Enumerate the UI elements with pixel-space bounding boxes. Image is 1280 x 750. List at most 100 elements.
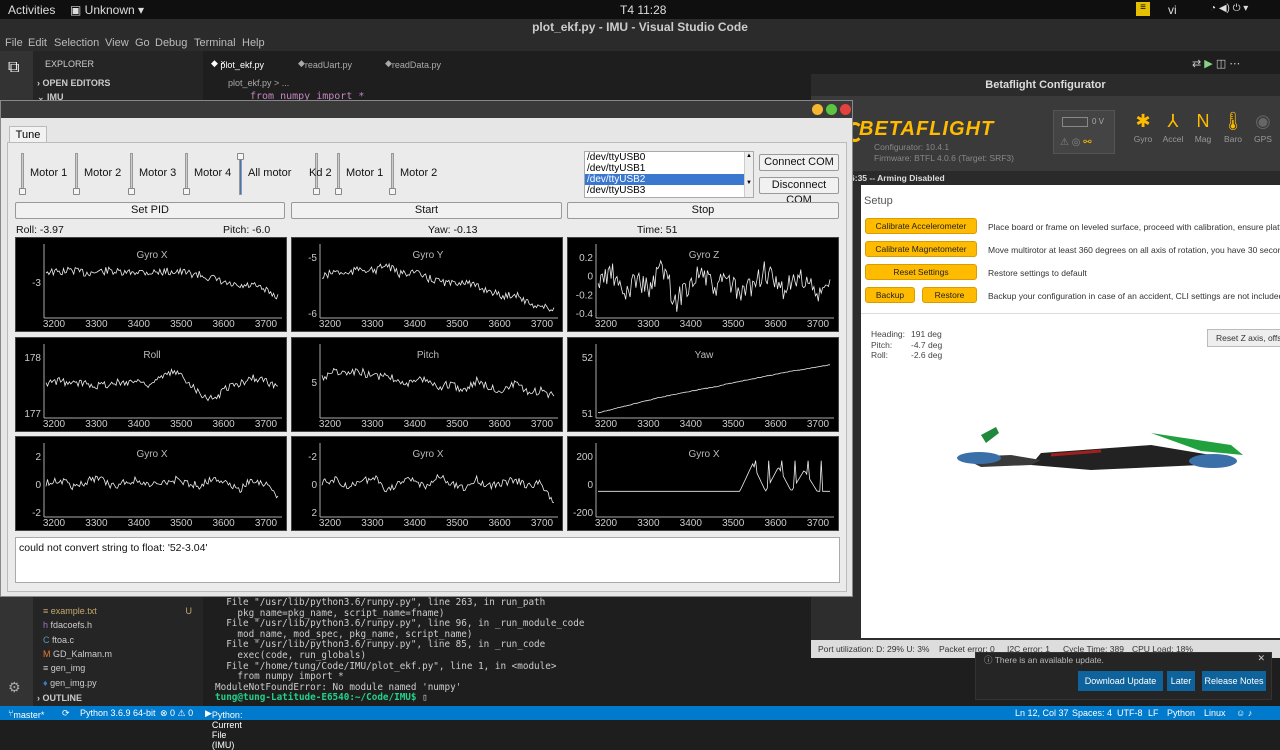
x-tick-label: 3600 bbox=[488, 518, 511, 529]
eol[interactable]: LF bbox=[1148, 708, 1159, 718]
plot-6[interactable]: Yaw 3200 3300 3400 3500 3600 3700 52 51 bbox=[567, 337, 839, 432]
editor-actions[interactable]: ⇄ ▶ ◫ ⋯ bbox=[1192, 57, 1240, 70]
later-button[interactable]: Later bbox=[1167, 671, 1195, 691]
sync-icon[interactable]: ⟳ bbox=[62, 708, 70, 719]
tab-plot-ekf[interactable]: ◆ plot_ekf.py × bbox=[211, 58, 291, 70]
slider-4[interactable] bbox=[183, 153, 190, 195]
error-log[interactable]: could not convert string to float: '52-3… bbox=[15, 537, 840, 583]
input-language[interactable]: vi bbox=[1168, 3, 1177, 17]
menu-selection[interactable]: Selection bbox=[54, 37, 99, 49]
plot-5[interactable]: Pitch 3200 3300 3400 3500 3600 3700 5 bbox=[291, 337, 563, 432]
breadcrumb[interactable]: plot_ekf.py > ... bbox=[228, 78, 289, 88]
slider-handle[interactable] bbox=[313, 188, 320, 195]
port-option-selected[interactable]: /dev/ttyUSB2 bbox=[585, 174, 753, 185]
port-option[interactable]: /dev/ttyUSB3 bbox=[585, 185, 753, 196]
clock[interactable]: T4 11:28 bbox=[620, 3, 666, 17]
close-icon[interactable]: ✕ bbox=[1257, 653, 1265, 664]
menu-terminal[interactable]: Terminal bbox=[194, 37, 236, 49]
encoding[interactable]: UTF-8 bbox=[1117, 708, 1143, 718]
git-branch[interactable]: ⑂ master* bbox=[8, 708, 44, 720]
menu-debug[interactable]: Debug bbox=[155, 37, 187, 49]
reset-settings-button[interactable]: Reset Settings bbox=[865, 264, 977, 280]
slider-5[interactable] bbox=[237, 153, 244, 195]
connect-com-button[interactable]: Connect COM bbox=[759, 154, 839, 171]
disconnect-com-button[interactable]: Disconnect COM bbox=[759, 177, 839, 206]
plot-9[interactable]: Gyro X 3200 3300 3400 3500 3600 3700 200 0 -200 bbox=[567, 436, 839, 531]
minimize-icon[interactable] bbox=[812, 104, 823, 115]
plot-3[interactable]: Gyro Z 3200 3300 3400 3500 3600 3700 0.2 0 -0.2 -0… bbox=[567, 237, 839, 332]
more-icon[interactable]: ⋯ bbox=[1229, 58, 1240, 70]
list-scrollbar[interactable]: ▲ ▼ bbox=[744, 152, 753, 197]
run-icon[interactable]: ▶ bbox=[1204, 58, 1212, 70]
language-mode[interactable]: Python bbox=[1167, 708, 1195, 718]
problems-count[interactable]: ⊗ 0 ⚠ 0 bbox=[160, 708, 193, 719]
menu-view[interactable]: View bbox=[105, 37, 129, 49]
python-interpreter[interactable]: Python 3.6.9 64-bit bbox=[80, 708, 156, 718]
outline-section[interactable]: › OUTLINE bbox=[37, 693, 82, 703]
terminal-output[interactable]: File "/usr/lib/python3.6/runpy.py", line… bbox=[215, 597, 584, 704]
slider-handle[interactable] bbox=[183, 188, 190, 195]
port-option[interactable]: /dev/ttyUSB1 bbox=[585, 163, 753, 174]
download-update-button[interactable]: Download Update bbox=[1078, 671, 1163, 691]
slider-handle[interactable] bbox=[19, 188, 26, 195]
settings-gear-icon[interactable]: ⚙ bbox=[8, 679, 21, 696]
run-config[interactable]: ▶ Python: Current File (IMU) bbox=[205, 708, 242, 750]
file-item[interactable]: ≡ gen_img bbox=[43, 663, 85, 673]
slider-handle[interactable] bbox=[237, 153, 244, 160]
cursor-position[interactable]: Ln 12, Col 37 bbox=[1015, 708, 1069, 718]
file-item[interactable]: M GD_Kalman.m bbox=[43, 649, 112, 659]
slider-handle[interactable] bbox=[73, 188, 80, 195]
plot-4[interactable]: Roll 3200 3300 3400 3500 3600 3700 178 177 bbox=[15, 337, 287, 432]
file-item[interactable]: ♦ gen_img.py bbox=[43, 678, 97, 688]
plot-1[interactable]: Gyro X 3200 3300 3400 3500 3600 3700 -3 bbox=[15, 237, 287, 332]
maximize-icon[interactable] bbox=[826, 104, 837, 115]
slider-7[interactable] bbox=[335, 153, 342, 195]
reset-z-axis-button[interactable]: Reset Z axis, offs bbox=[1207, 329, 1280, 347]
close-icon[interactable] bbox=[840, 104, 851, 115]
slider-2[interactable] bbox=[73, 153, 80, 195]
slider-handle[interactable] bbox=[389, 188, 396, 195]
slider-8[interactable] bbox=[389, 153, 396, 195]
release-notes-button[interactable]: Release Notes bbox=[1202, 671, 1266, 691]
slider-handle[interactable] bbox=[128, 188, 135, 195]
system-tray-icon[interactable]: ◔ ◀) ⏻ ▾ bbox=[1210, 3, 1248, 14]
tab-read-data[interactable]: ◆ readData.py bbox=[385, 58, 441, 70]
indentation[interactable]: Spaces: 4 bbox=[1072, 708, 1112, 718]
feedback-icon[interactable]: ☺ ♪ bbox=[1236, 708, 1252, 718]
serial-port-list[interactable]: /dev/ttyUSB0 /dev/ttyUSB1 /dev/ttyUSB2 /… bbox=[584, 151, 754, 198]
start-button[interactable]: Start bbox=[291, 202, 562, 219]
plot-2[interactable]: Gyro Y 3200 3300 3400 3500 3600 3700 -5 -6 bbox=[291, 237, 563, 332]
menu-go[interactable]: Go bbox=[135, 37, 150, 49]
restore-button[interactable]: Restore bbox=[922, 287, 977, 303]
calibrate-accelerometer-button[interactable]: Calibrate Accelerometer bbox=[865, 218, 977, 234]
stop-button[interactable]: Stop bbox=[567, 202, 839, 219]
menu-edit[interactable]: Edit bbox=[28, 37, 47, 49]
app-menu[interactable]: ▣ Unknown ▾ bbox=[70, 3, 144, 17]
accel-icon: ⅄ Accel bbox=[1159, 111, 1187, 144]
file-item[interactable]: ≡ example.txt U bbox=[43, 606, 198, 616]
os-label[interactable]: Linux bbox=[1204, 708, 1226, 718]
tab-read-uart[interactable]: ◆ readUart.py bbox=[298, 58, 352, 70]
slider-handle[interactable] bbox=[335, 188, 342, 195]
explorer-icon[interactable]: ⧉ bbox=[8, 59, 19, 77]
backup-button[interactable]: Backup bbox=[865, 287, 915, 303]
menu-help[interactable]: Help bbox=[242, 37, 265, 49]
slider-3[interactable] bbox=[128, 153, 135, 195]
file-item[interactable]: h fdacoefs.h bbox=[43, 620, 92, 630]
port-utilization: Port utilization: D: 29% U: 3% bbox=[818, 644, 930, 654]
plot-7[interactable]: Gyro X 3200 3300 3400 3500 3600 3700 2 0 -2 bbox=[15, 436, 287, 531]
set-pid-button[interactable]: Set PID bbox=[15, 202, 285, 219]
compare-icon[interactable]: ⇄ bbox=[1192, 58, 1201, 70]
tab-tune[interactable]: Tune bbox=[9, 126, 47, 143]
slider-1[interactable] bbox=[19, 153, 26, 195]
calibrate-mag-desc: Move multirotor at least 360 degrees on … bbox=[988, 245, 1280, 255]
calibrate-magnetometer-button[interactable]: Calibrate Magnetometer bbox=[865, 241, 977, 257]
open-editors-section[interactable]: › OPEN EDITORS bbox=[37, 78, 110, 88]
plot-8[interactable]: Gyro X 3200 3300 3400 3500 3600 3700 -2 0 2 bbox=[291, 436, 563, 531]
notes-icon[interactable]: ≡ bbox=[1136, 2, 1150, 16]
file-item[interactable]: C ftoa.c bbox=[43, 635, 74, 645]
menu-file[interactable]: File bbox=[5, 37, 23, 49]
port-option[interactable]: /dev/ttyUSB0 bbox=[585, 152, 753, 163]
activities-button[interactable]: Activities bbox=[8, 3, 55, 17]
split-icon[interactable]: ◫ bbox=[1216, 58, 1226, 70]
